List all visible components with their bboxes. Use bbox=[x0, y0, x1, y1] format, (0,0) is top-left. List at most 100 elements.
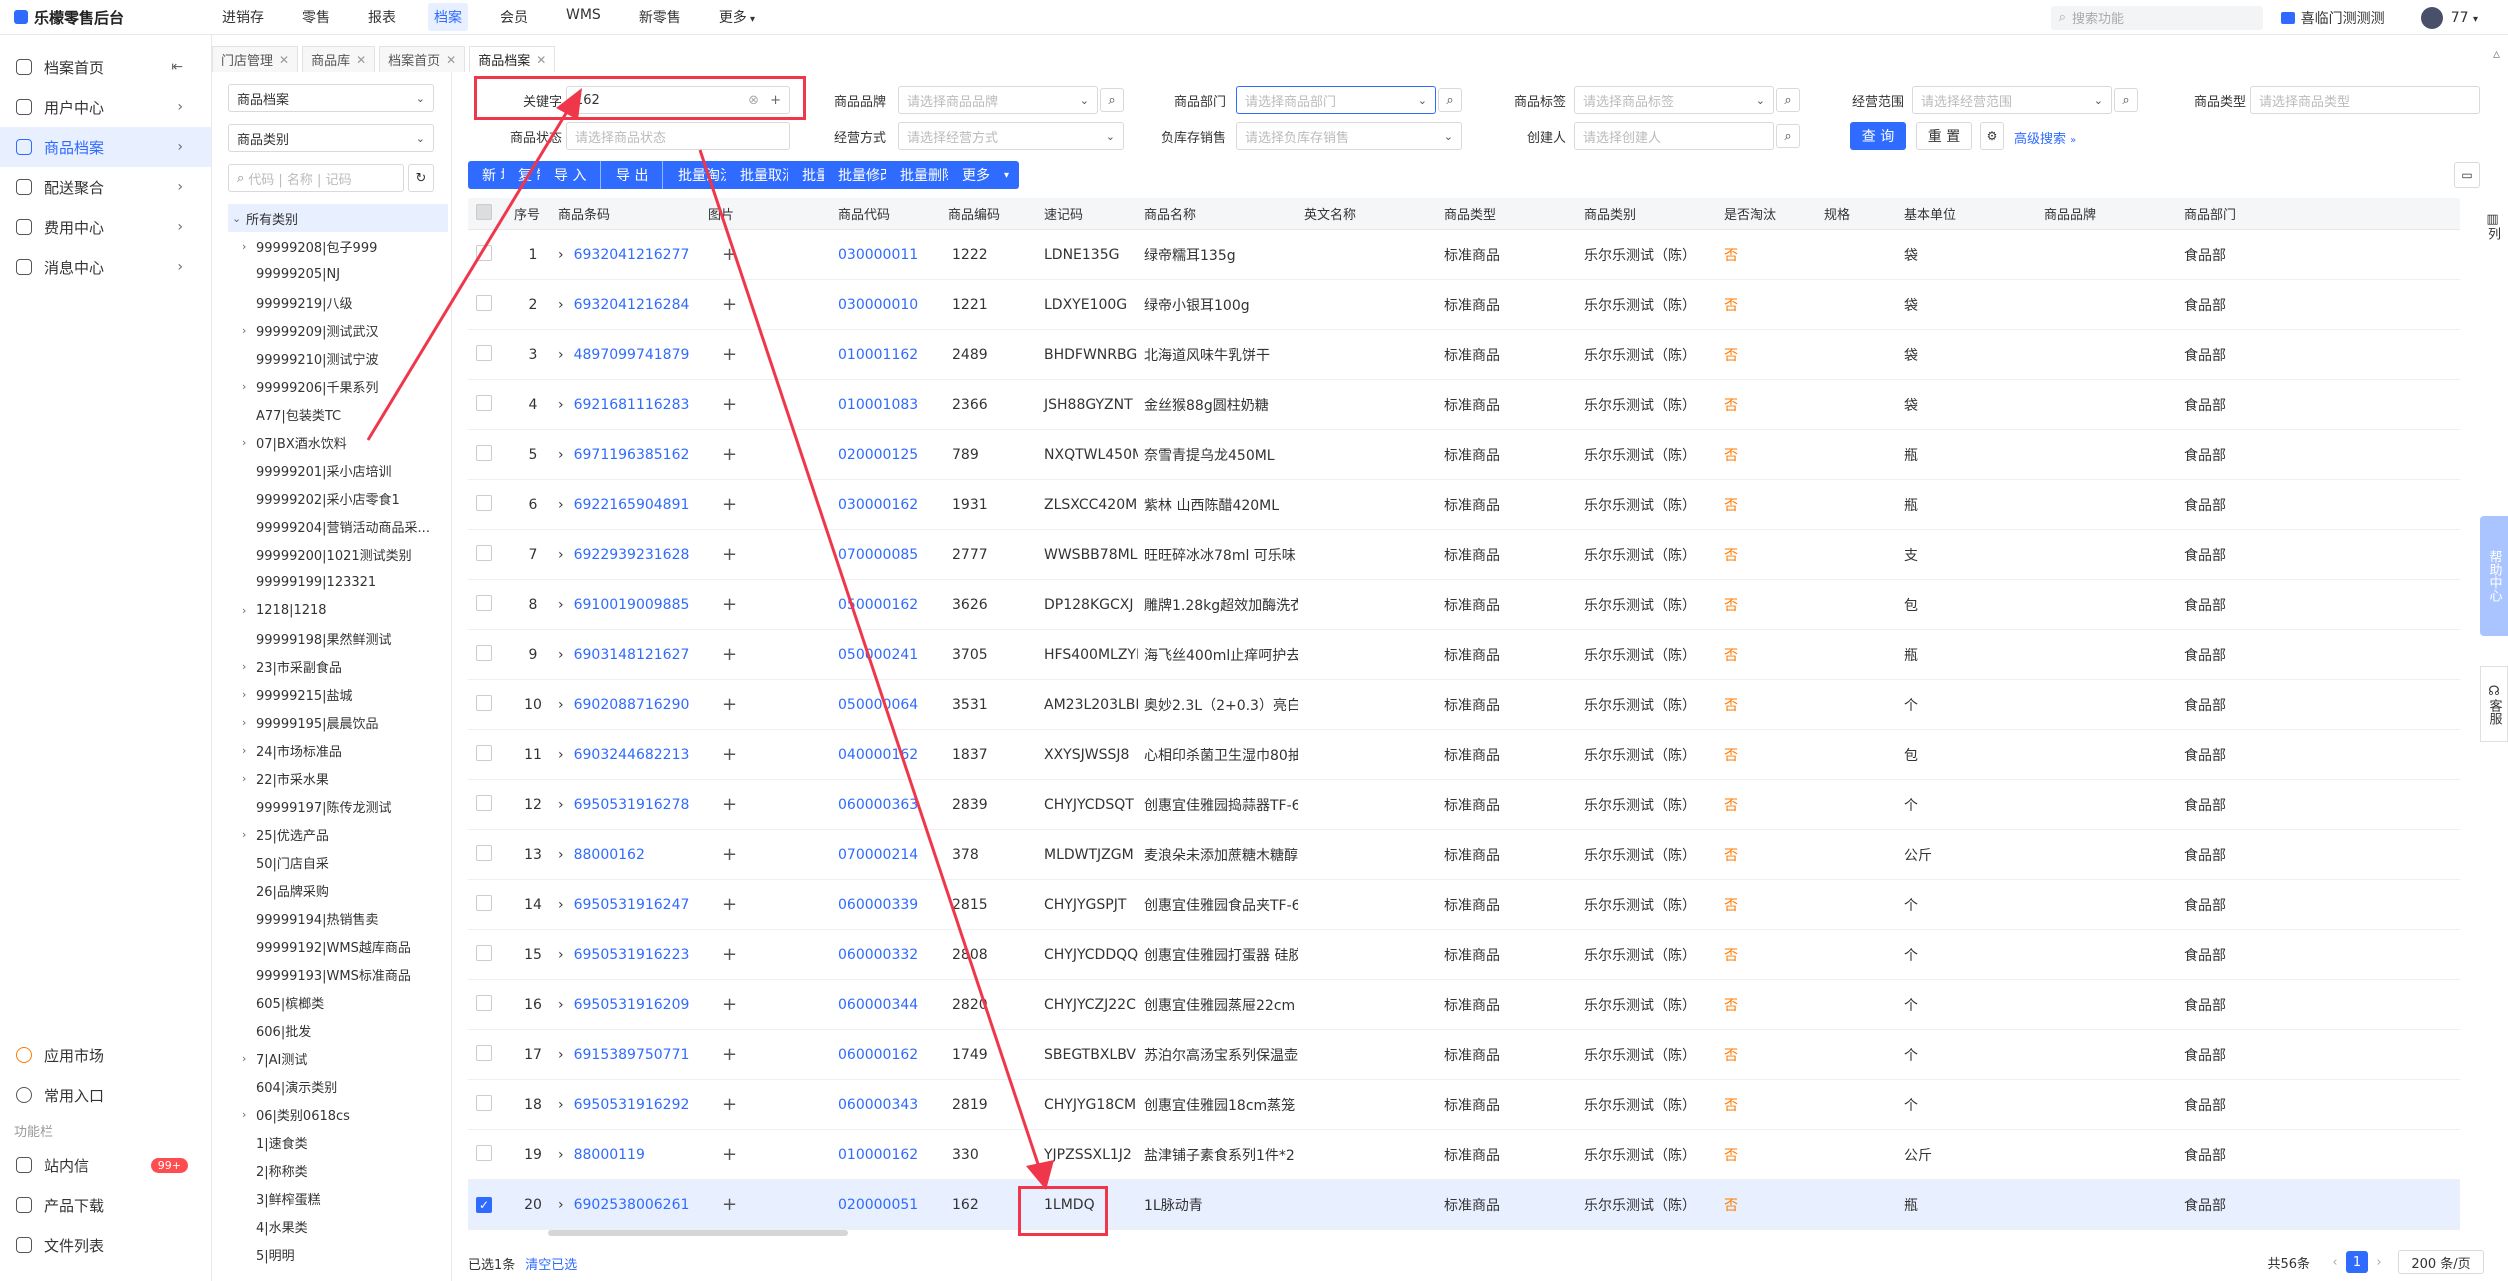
row-checkbox[interactable] bbox=[476, 844, 492, 861]
table-row[interactable]: 16 › 6950531916209 +060000344 2820 CHYJYCZJ22… bbox=[468, 980, 2460, 1030]
brand-search-button[interactable]: ⌕ bbox=[1100, 88, 1124, 112]
expand-icon[interactable]: › bbox=[558, 397, 564, 413]
scope-select[interactable]: 请选择经营范围 ⌄ bbox=[1912, 86, 2112, 114]
expand-icon[interactable]: › bbox=[558, 947, 564, 963]
tree-node[interactable]: 99999219|八级 bbox=[228, 288, 448, 316]
cell-product-code[interactable]: 060000339 bbox=[832, 897, 942, 913]
tree-node[interactable]: › 99999215|盐城 bbox=[228, 680, 448, 708]
expand-icon[interactable]: › bbox=[558, 547, 564, 563]
caret-right-icon[interactable]: › bbox=[242, 380, 256, 393]
expand-icon[interactable]: › bbox=[558, 447, 564, 463]
filter-settings-button[interactable]: ⚙ bbox=[1980, 122, 2004, 150]
cell-product-code[interactable]: 060000343 bbox=[832, 1097, 942, 1113]
cell-image[interactable]: + bbox=[702, 1144, 832, 1165]
cell-image[interactable]: + bbox=[702, 994, 832, 1015]
tag-select[interactable]: 请选择商品标签 ⌄ bbox=[1574, 86, 1774, 114]
cell-image[interactable]: + bbox=[702, 1044, 832, 1065]
row-checkbox[interactable]: ✓ bbox=[476, 1196, 492, 1213]
row-checkbox[interactable] bbox=[476, 1144, 492, 1161]
row-checkbox[interactable] bbox=[476, 494, 492, 511]
tree-node[interactable]: › 99999206|千果系列 bbox=[228, 372, 448, 400]
topnav-item-3[interactable]: 档案 bbox=[428, 3, 468, 31]
table-row[interactable]: 11 › 6903244682213 +040000162 1837 XXYSJWSSJ8… bbox=[468, 730, 2460, 780]
caret-right-icon[interactable]: › bbox=[242, 772, 256, 785]
cell-image[interactable]: + bbox=[702, 244, 832, 265]
mode-select[interactable]: 请选择经营方式 ⌄ bbox=[898, 122, 1124, 150]
expand-icon[interactable]: › bbox=[558, 1047, 564, 1063]
row-checkbox[interactable] bbox=[476, 1094, 492, 1111]
tree-node[interactable]: › 25|优选产品 bbox=[228, 820, 448, 848]
table-row[interactable]: 3 › 4897099741879 +010001162 2489 BHDFWNRBG 北海… bbox=[468, 330, 2460, 380]
tab-0[interactable]: 门店管理 ✕ bbox=[212, 46, 299, 72]
cell-image[interactable]: + bbox=[702, 444, 832, 465]
tree-node[interactable]: 4|水果类 bbox=[228, 1212, 448, 1240]
cell-product-code[interactable]: 060000363 bbox=[832, 797, 942, 813]
tree-node[interactable]: 99999197|陈传龙测试 bbox=[228, 792, 448, 820]
cell-product-code[interactable]: 060000162 bbox=[832, 1047, 942, 1063]
tree-root[interactable]: ⌄ 所有类别 bbox=[228, 204, 448, 232]
tab-1[interactable]: 商品库 ✕ bbox=[302, 46, 376, 72]
plus-icon[interactable]: + bbox=[722, 1194, 737, 1215]
tree-node[interactable]: › 23|市采副食品 bbox=[228, 652, 448, 680]
tree-node[interactable]: › 99999195|晨晨饮品 bbox=[228, 708, 448, 736]
dept-select[interactable]: 请选择商品部门 ⌄ bbox=[1236, 86, 1436, 114]
table-row[interactable]: 13 › 88000162 +070000214 378 MLDWTJZGM 麦浪朵未添加蔗… bbox=[468, 830, 2460, 880]
plus-icon[interactable]: + bbox=[722, 1144, 737, 1165]
table-row[interactable]: 5 › 6971196385162 +020000125 789 NXQTWL450M 奈雪… bbox=[468, 430, 2460, 480]
tree-node[interactable]: › 24|市场标准品 bbox=[228, 736, 448, 764]
prev-page-button[interactable]: ‹ bbox=[2324, 1251, 2346, 1273]
sidebar-item-0[interactable]: 档案首页 ⇤ bbox=[0, 47, 211, 87]
tree-node[interactable]: 99999193|WMS标准商品 bbox=[228, 960, 448, 988]
header-col[interactable]: 商品品牌 bbox=[2038, 204, 2178, 223]
sidebar-item-1[interactable]: 用户中心 › bbox=[0, 87, 211, 127]
tag-search-button[interactable]: ⌕ bbox=[1776, 88, 1800, 112]
header-col[interactable]: 商品条码 bbox=[552, 204, 702, 223]
topnav-item-1[interactable]: 零售 bbox=[296, 3, 336, 31]
plus-icon[interactable]: + bbox=[722, 394, 737, 415]
header-col[interactable]: 是否淘汰 bbox=[1718, 204, 1818, 223]
next-page-button[interactable]: › bbox=[2368, 1251, 2390, 1273]
tree-node[interactable]: 5|明明 bbox=[228, 1240, 448, 1268]
page-1-button[interactable]: 1 bbox=[2346, 1251, 2368, 1273]
caret-right-icon[interactable]: › bbox=[242, 828, 256, 841]
expand-icon[interactable]: › bbox=[558, 697, 564, 713]
plus-icon[interactable]: + bbox=[722, 594, 737, 615]
row-checkbox[interactable] bbox=[476, 244, 492, 261]
header-col[interactable]: 商品编码 bbox=[942, 204, 1038, 223]
expand-icon[interactable]: › bbox=[558, 747, 564, 763]
cell-image[interactable]: + bbox=[702, 1194, 832, 1215]
topnav-item-6[interactable]: 新零售 bbox=[633, 3, 687, 31]
table-row[interactable]: 1 › 6932041216277 +030000011 1222 LDNE135G 绿帝糯… bbox=[468, 230, 2460, 280]
table-row[interactable]: 18 › 6950531916292 +060000343 2819 CHYJYG18CM… bbox=[468, 1080, 2460, 1130]
plus-icon[interactable]: + bbox=[722, 894, 737, 915]
cell-image[interactable]: + bbox=[702, 794, 832, 815]
plus-icon[interactable]: + bbox=[722, 694, 737, 715]
expand-icon[interactable]: › bbox=[558, 647, 564, 663]
caret-right-icon[interactable]: › bbox=[242, 604, 256, 617]
cell-product-code[interactable]: 070000085 bbox=[832, 547, 942, 563]
caret-right-icon[interactable]: › bbox=[242, 716, 256, 729]
sidebar-item-app-market[interactable]: 应用市场 bbox=[0, 1035, 212, 1075]
cell-product-code[interactable]: 010000162 bbox=[832, 1147, 942, 1163]
expand-icon[interactable]: › bbox=[558, 997, 564, 1013]
tree-node[interactable]: › 99999209|测试武汉 bbox=[228, 316, 448, 344]
top-search-input[interactable]: ⌕ 搜索功能 bbox=[2050, 5, 2263, 30]
cell-image[interactable]: + bbox=[702, 844, 832, 865]
table-row[interactable]: 9 › 6903148121627 +050000241 3705 HFS400MLZYI… bbox=[468, 630, 2460, 680]
dept-search-button[interactable]: ⌕ bbox=[1438, 88, 1462, 112]
page-size-select[interactable]: 200 条/页 bbox=[2398, 1250, 2484, 1274]
table-row[interactable]: ✓ 20 › 6902538006261 +020000051 162 1LMDQ 1L脉动青… bbox=[468, 1180, 2460, 1230]
expand-icon[interactable]: › bbox=[558, 847, 564, 863]
cell-image[interactable]: + bbox=[702, 294, 832, 315]
header-col[interactable]: 商品部门 bbox=[2178, 204, 2318, 223]
cell-image[interactable]: + bbox=[702, 344, 832, 365]
cell-product-code[interactable]: 060000332 bbox=[832, 947, 942, 963]
plus-icon[interactable]: + bbox=[722, 544, 737, 565]
row-checkbox[interactable] bbox=[476, 944, 492, 961]
sidebar-item-download[interactable]: 产品下载 bbox=[0, 1185, 212, 1225]
topnav-item-7[interactable]: 更多 ▾ bbox=[713, 3, 761, 31]
sidebar-item-3[interactable]: 配送聚合 › bbox=[0, 167, 211, 207]
header-col[interactable]: 商品类型 bbox=[1438, 204, 1578, 223]
type-select[interactable]: 请选择商品类型 bbox=[2250, 86, 2480, 114]
tree-node[interactable]: › 06|类别0618cs bbox=[228, 1100, 448, 1128]
